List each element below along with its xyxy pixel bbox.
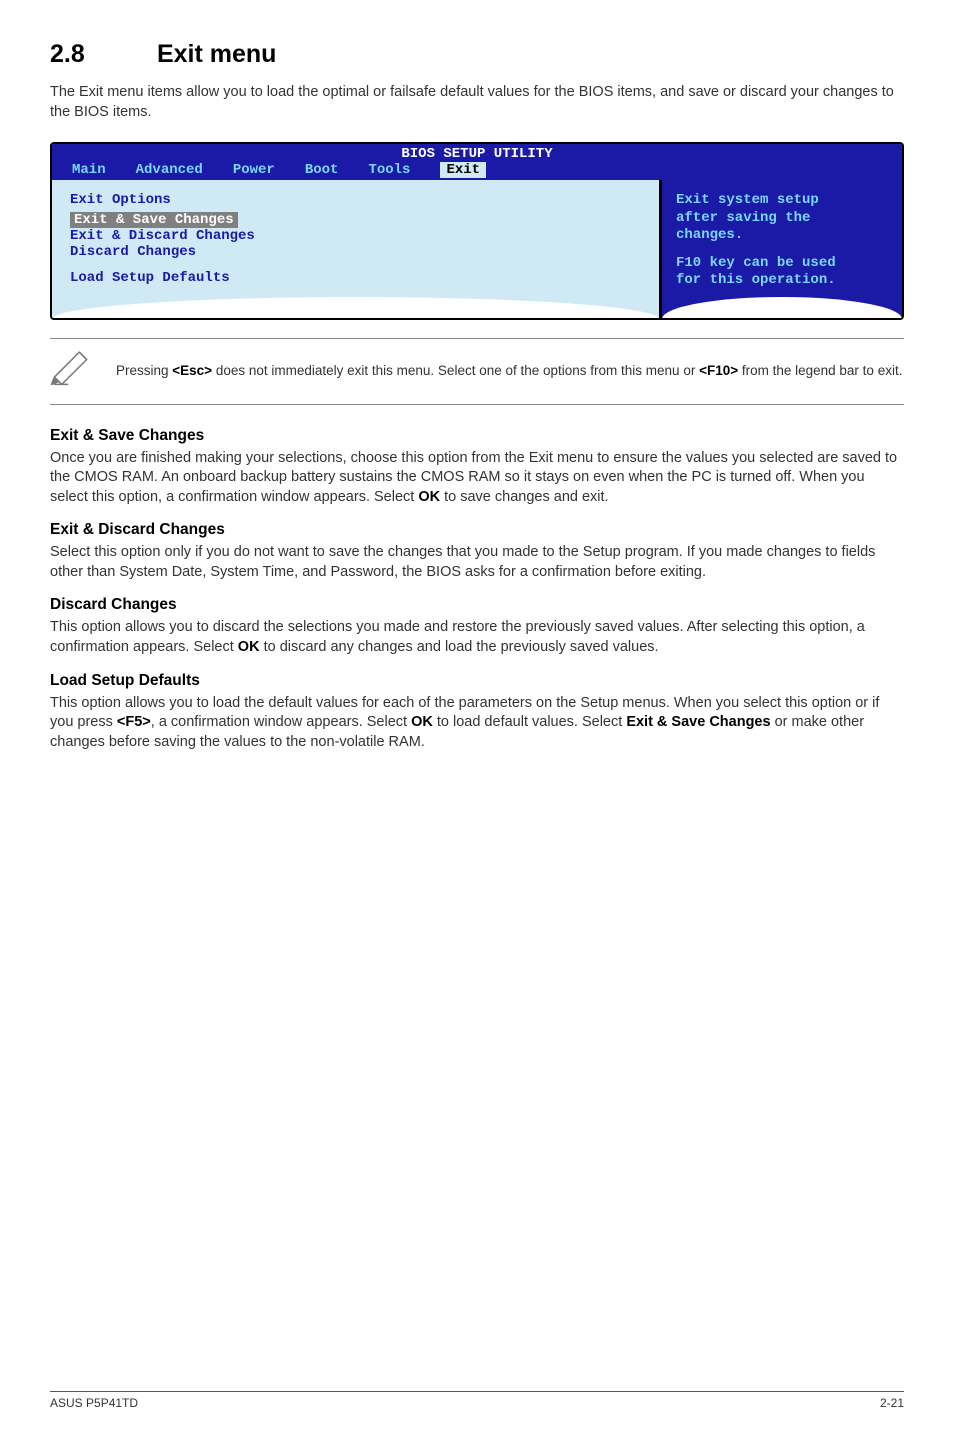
- bios-tab-tools: Tools: [368, 162, 410, 178]
- sub-discard-heading: Discard Changes: [50, 596, 904, 614]
- bios-tab-advanced: Advanced: [136, 162, 203, 178]
- section-heading: 2.8 Exit menu: [50, 40, 904, 69]
- sub-load-defaults-heading: Load Setup Defaults: [50, 672, 904, 690]
- bios-tab-boot: Boot: [305, 162, 339, 178]
- exit-item-load-defaults: Load Setup Defaults: [70, 270, 641, 286]
- sub-exit-discard-text: Select this option only if you do not wa…: [50, 543, 904, 582]
- help-line-5: for this operation.: [676, 272, 888, 290]
- note-esc-key: <Esc>: [172, 363, 212, 378]
- s4-c: to load default values. Select: [433, 714, 626, 730]
- help-line-3: changes.: [676, 227, 888, 245]
- bios-utility-title: BIOS SETUP UTILITY: [52, 146, 902, 162]
- bios-left-pane: Exit Options Exit & Save Changes Exit & …: [52, 180, 659, 318]
- sub-exit-save-heading: Exit & Save Changes: [50, 427, 904, 445]
- footer-page-number: 2-21: [880, 1396, 904, 1410]
- help-line-2: after saving the: [676, 210, 888, 228]
- s4-b: , a confirmation window appears. Select: [151, 714, 411, 730]
- note-text-b: does not immediately exit this menu. Sel…: [212, 363, 699, 378]
- section-title-text: Exit menu: [157, 40, 276, 68]
- s1-ok: OK: [418, 489, 440, 505]
- help-line-4: F10 key can be used: [676, 255, 888, 273]
- sub-exit-save-text: Once you are finished making your select…: [50, 449, 904, 508]
- page-footer: ASUS P5P41TD 2-21: [50, 1391, 904, 1410]
- s3-ok: OK: [238, 639, 260, 655]
- s4-exit: Exit & Save Changes: [626, 714, 770, 730]
- sub-exit-discard-heading: Exit & Discard Changes: [50, 521, 904, 539]
- bios-tab-power: Power: [233, 162, 275, 178]
- bios-tab-main: Main: [72, 162, 106, 178]
- s4-f5: <F5>: [117, 714, 151, 730]
- bios-screenshot: BIOS SETUP UTILITY Main Advanced Power B…: [50, 142, 904, 320]
- exit-options-heading: Exit Options: [70, 192, 641, 208]
- sub-discard-text: This option allows you to discard the se…: [50, 618, 904, 657]
- exit-item-discard: Discard Changes: [70, 244, 641, 260]
- note-pencil-icon: [50, 349, 94, 394]
- note-text-c: from the legend bar to exit.: [738, 363, 902, 378]
- bios-tab-exit: Exit: [440, 162, 486, 178]
- note-callout: Pressing <Esc> does not immediately exit…: [50, 338, 904, 405]
- s1-b: to save changes and exit.: [440, 489, 608, 505]
- footer-product: ASUS P5P41TD: [50, 1396, 138, 1410]
- section-intro: The Exit menu items allow you to load th…: [50, 83, 904, 122]
- s3-b: to discard any changes and load the prev…: [260, 639, 659, 655]
- note-text: Pressing <Esc> does not immediately exit…: [116, 362, 902, 380]
- help-line-1: Exit system setup: [676, 192, 888, 210]
- sub-load-defaults-text: This option allows you to load the defau…: [50, 694, 904, 753]
- bios-body: Exit Options Exit & Save Changes Exit & …: [52, 180, 902, 318]
- bios-help-pane: Exit system setup after saving the chang…: [662, 180, 902, 318]
- exit-item-save: Exit & Save Changes: [70, 212, 238, 228]
- section-number: 2.8: [50, 40, 150, 69]
- note-f10-key: <F10>: [699, 363, 738, 378]
- bios-tabs: Main Advanced Power Boot Tools Exit: [52, 162, 902, 180]
- note-text-a: Pressing: [116, 363, 172, 378]
- s4-ok: OK: [411, 714, 433, 730]
- exit-item-discard-changes: Exit & Discard Changes: [70, 228, 641, 244]
- bios-header: BIOS SETUP UTILITY Main Advanced Power B…: [52, 144, 902, 180]
